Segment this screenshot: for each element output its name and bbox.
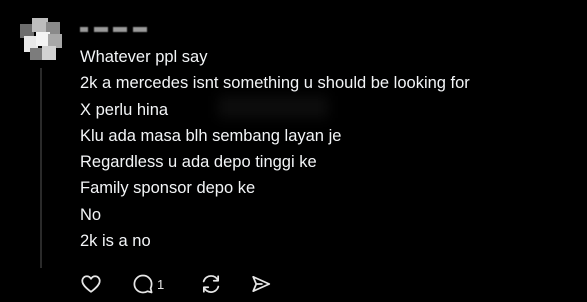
- thread-line: [40, 68, 42, 268]
- post-line: X perlu hina: [80, 100, 169, 119]
- username-redacted[interactable]: [80, 24, 160, 34]
- repost-button[interactable]: [200, 273, 250, 295]
- post-line: Klu ada masa blh sembang layan je: [80, 126, 342, 145]
- post-line: 2k is a no: [80, 232, 151, 251]
- thread-post: Whatever ppl say 2k a mercedes isnt some…: [0, 0, 587, 302]
- post-line: Regardless u ada depo tinggi ke: [80, 153, 317, 172]
- comment-button[interactable]: 1: [132, 273, 200, 295]
- post-line: Family sponsor depo ke: [80, 179, 256, 198]
- comment-icon: [133, 274, 153, 294]
- share-button[interactable]: [250, 273, 280, 295]
- post-line: 2k a mercedes isnt something u should be…: [80, 74, 470, 93]
- post-line: Whatever ppl say: [80, 48, 208, 66]
- heart-icon: [81, 275, 101, 293]
- like-button[interactable]: [80, 273, 132, 295]
- avatar[interactable]: [20, 18, 64, 62]
- reply-count: 1: [157, 276, 165, 292]
- share-icon: [252, 275, 271, 293]
- repost-icon: [202, 275, 220, 293]
- post-line: No: [80, 205, 102, 224]
- post-body: Whatever ppl say 2k a mercedes isnt some…: [80, 44, 470, 254]
- action-bar: 1: [80, 272, 280, 296]
